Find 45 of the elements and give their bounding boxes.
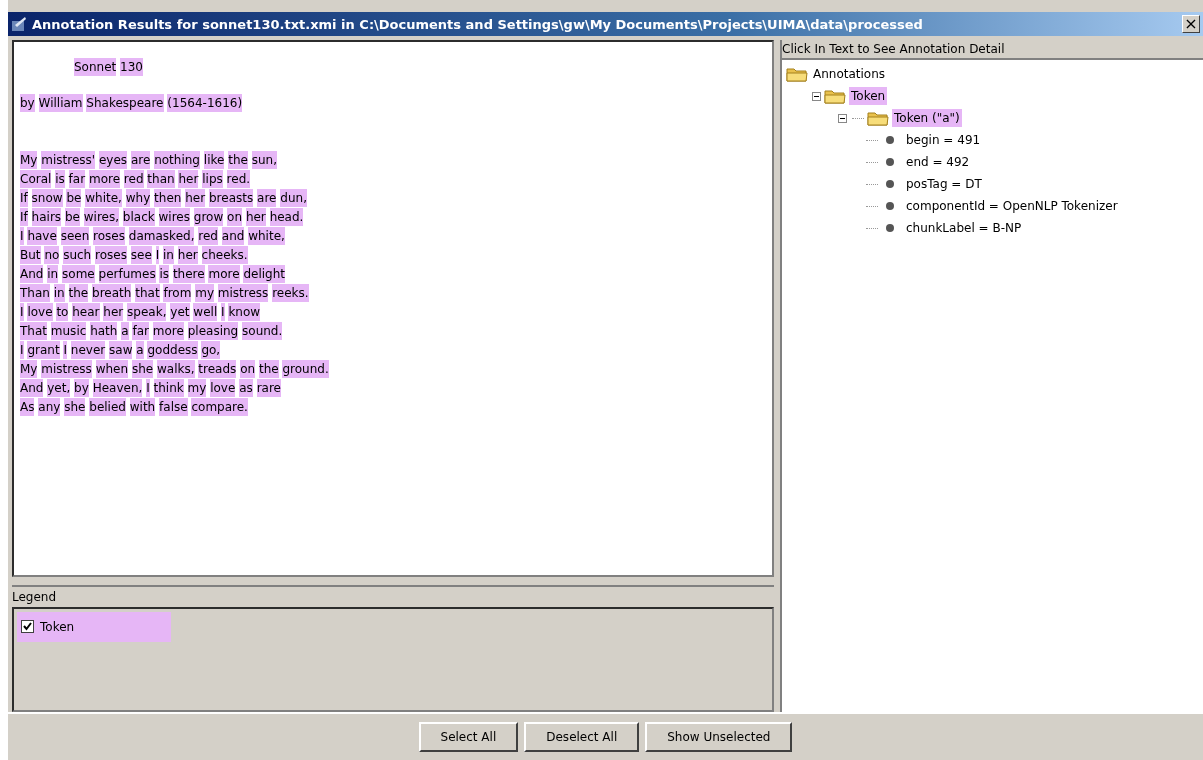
collapse-icon[interactable] [812, 91, 821, 101]
tree-node[interactable]: componentId = OpenNLP Tokenizer [904, 197, 1120, 215]
bullet-icon [885, 179, 895, 189]
text-line[interactable]: I grant I never saw a goddess go, [20, 341, 766, 360]
legend-header: Legend [12, 584, 774, 607]
folder-icon [786, 66, 808, 82]
text-line[interactable]: If snow be white, why then her breasts are dun, [20, 189, 766, 208]
text-line[interactable]: My mistress when she walks, treads on the ground. [20, 360, 766, 379]
tree-node[interactable]: begin = 491 [904, 131, 983, 149]
text-line[interactable]: by William Shakespeare (1564-1616) [20, 94, 766, 113]
text-line[interactable]: My mistress' eyes are nothing like the sun, [20, 151, 766, 170]
legend-item[interactable]: Token [17, 611, 171, 642]
text-line[interactable]: I have seen roses damasked, red and white, [20, 227, 766, 246]
legend-label: Token [40, 619, 75, 634]
text-line[interactable]: And yet, by Heaven, I think my love as rare [20, 379, 766, 398]
text-line[interactable]: But no such roses see I in her cheeks. [20, 246, 766, 265]
text-line[interactable]: And in some perfumes is there more delight [20, 265, 766, 284]
folder-icon [867, 110, 889, 126]
bullet-icon [885, 135, 895, 145]
window-title: Annotation Results for sonnet130.txt.xmi in C:\Documents and Settings\gw\My Documents\Projects\UIMA\data\processed [32, 16, 924, 32]
text-line[interactable]: Sonnet 130 [74, 58, 766, 77]
tree-node[interactable]: Token [849, 87, 888, 105]
text-line[interactable]: As any she belied with false compare. [20, 398, 766, 417]
bullet-icon [885, 157, 895, 167]
text-line[interactable]: I love to hear her speak, yet well I know [20, 303, 766, 322]
checkbox[interactable] [21, 620, 34, 634]
action-button[interactable]: Deselect All [524, 722, 640, 752]
bullet-icon [885, 201, 895, 211]
text-line[interactable]: If hairs be wires, black wires grow on her head. [20, 208, 766, 227]
action-button[interactable]: Show Unselected [645, 722, 793, 752]
tree-node[interactable]: posTag = DT [904, 175, 984, 193]
text-line[interactable]: Than in the breath that from my mistress reeks. [20, 284, 766, 303]
folder-icon [824, 88, 846, 104]
tree-node[interactable]: end = 492 [904, 153, 972, 171]
tree-node[interactable]: Annotations [811, 65, 888, 83]
detail-header: Click In Text to See Annotation Detail [782, 40, 1203, 60]
app-icon [11, 16, 27, 32]
action-button[interactable]: Select All [418, 722, 519, 752]
text-line[interactable]: Coral is far more red than her lips red. [20, 170, 766, 189]
tree-node[interactable]: chunkLabel = B-NP [904, 219, 1024, 237]
tree-node[interactable]: Token ("a") [892, 109, 962, 127]
text-line[interactable]: That music hath a far more pleasing sound. [20, 322, 766, 341]
bullet-icon [885, 223, 895, 233]
collapse-icon[interactable] [838, 113, 847, 123]
close-button[interactable]: × [1182, 15, 1200, 33]
